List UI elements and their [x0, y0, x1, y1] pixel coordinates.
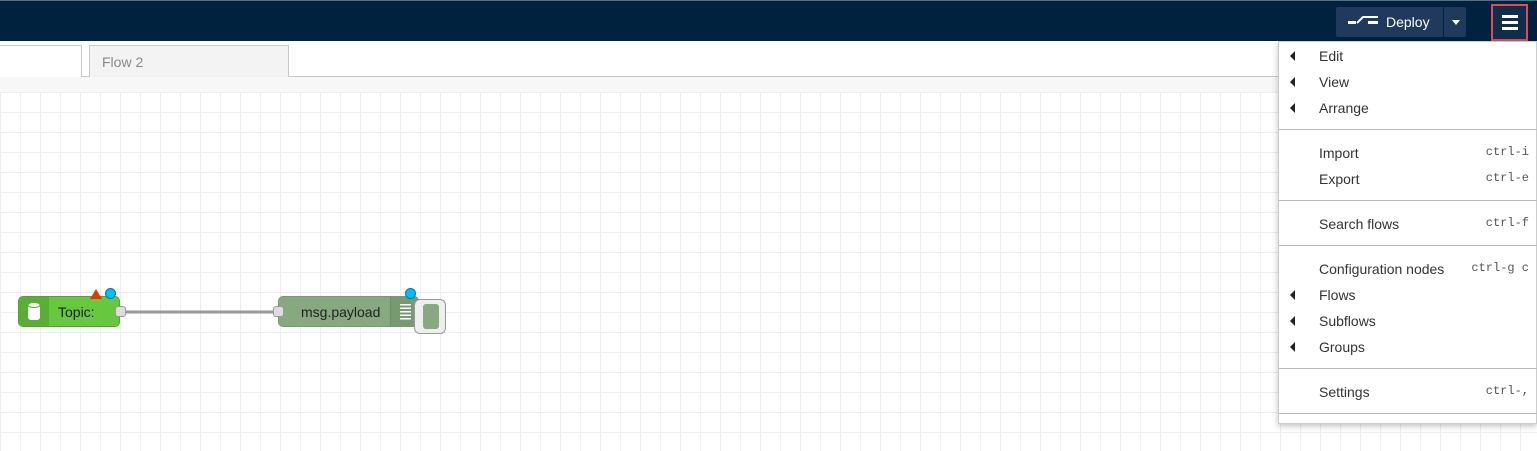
tab-flow-1[interactable]: [0, 45, 82, 78]
caret-left-icon: [1290, 316, 1295, 326]
main-menu-dropdown: Edit View Arrange Import ctrl-i Export c…: [1278, 41, 1537, 424]
menu-item-label: Flows: [1319, 287, 1356, 303]
menu-item-groups[interactable]: Groups: [1279, 334, 1537, 360]
caret-left-icon: [1290, 103, 1295, 113]
caret-down-icon[interactable]: [1452, 20, 1460, 25]
deploy-icon: [1348, 16, 1378, 24]
caret-left-icon: [1290, 342, 1295, 352]
debug-toggle-button[interactable]: [414, 299, 446, 334]
menu-item-shortcut: ctrl-i: [1485, 145, 1529, 159]
node-label: msg.payload: [301, 304, 381, 320]
menu-item-label: Settings: [1319, 384, 1370, 400]
menu-item-flows[interactable]: Flows: [1279, 282, 1537, 308]
hamburger-menu-icon: [1502, 15, 1518, 18]
menu-item-label: Import: [1319, 145, 1359, 161]
menu-item-label: Search flows: [1319, 216, 1400, 232]
main-menu-button[interactable]: [1491, 4, 1528, 41]
menu-item-edit[interactable]: Edit: [1279, 43, 1537, 69]
tab-label: Flow 2: [102, 54, 144, 70]
menu-item-import[interactable]: Import ctrl-i: [1279, 140, 1537, 166]
hamburger-menu-icon-bar: [1502, 27, 1518, 30]
menu-item-label: Edit: [1319, 48, 1344, 64]
menu-item-configuration-nodes[interactable]: Configuration nodes ctrl-g c: [1279, 256, 1537, 282]
debug-toggle-fill: [423, 304, 439, 329]
menu-divider: [1279, 413, 1537, 414]
menu-item-search-flows[interactable]: Search flows ctrl-f: [1279, 211, 1537, 237]
database-icon: [19, 297, 49, 326]
hamburger-menu-icon-bar: [1502, 21, 1518, 24]
menu-item-label: View: [1319, 74, 1350, 90]
input-port[interactable]: [273, 306, 284, 317]
deploy-label: Deploy: [1386, 14, 1430, 30]
menu-item-label: Export: [1319, 171, 1360, 187]
caret-left-icon: [1290, 290, 1295, 300]
deploy-button[interactable]: Deploy: [1336, 7, 1466, 37]
changed-indicator: [405, 288, 416, 299]
menu-item-shortcut: ctrl-f: [1485, 216, 1529, 230]
inject-node[interactable]: Topic:: [18, 296, 126, 327]
menu-divider: [1279, 245, 1537, 246]
menu-item-label: Subflows: [1319, 313, 1376, 329]
menu-item-subflows[interactable]: Subflows: [1279, 308, 1537, 334]
caret-left-icon: [1290, 77, 1295, 87]
menu-item-label: Configuration nodes: [1319, 261, 1445, 277]
menu-item-shortcut: ctrl-,: [1485, 384, 1529, 398]
caret-left-icon: [1290, 51, 1295, 61]
menu-item-label: Arrange: [1319, 100, 1369, 116]
menu-divider: [1279, 129, 1537, 130]
menu-item-shortcut: ctrl-g c: [1471, 261, 1529, 275]
tab-flow-2[interactable]: Flow 2: [89, 45, 289, 78]
warning-icon: [90, 289, 102, 299]
changed-indicator: [105, 288, 116, 299]
menu-item-label: Groups: [1319, 339, 1365, 355]
menu-item-export[interactable]: Export ctrl-e: [1279, 166, 1537, 192]
menu-item-shortcut: ctrl-e: [1485, 171, 1529, 185]
output-port[interactable]: [115, 306, 126, 317]
node-label: Topic:: [58, 304, 95, 320]
menu-divider: [1279, 368, 1537, 369]
header-bar: Deploy: [0, 0, 1537, 41]
debug-node[interactable]: msg.payload: [273, 296, 419, 327]
menu-item-view[interactable]: View: [1279, 69, 1537, 95]
menu-item-arrange[interactable]: Arrange: [1279, 95, 1537, 121]
menu-item-settings[interactable]: Settings ctrl-,: [1279, 379, 1537, 405]
deploy-separator: [1443, 7, 1444, 37]
menu-divider: [1279, 200, 1537, 201]
